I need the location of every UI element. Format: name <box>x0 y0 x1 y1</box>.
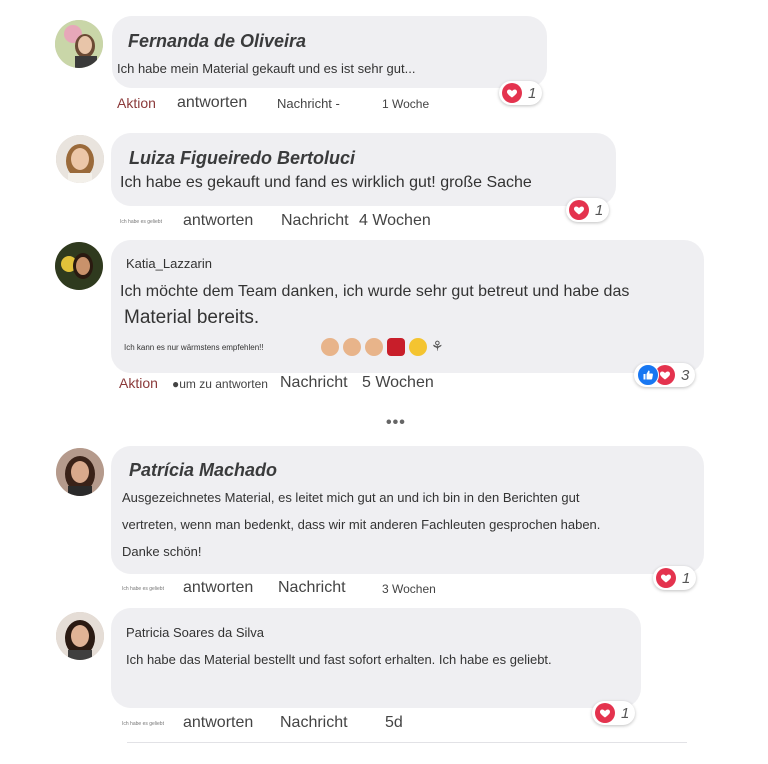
divider <box>127 742 687 743</box>
timestamp[interactable]: 3 Wochen <box>382 582 436 596</box>
message-link[interactable]: Nachricht <box>280 374 348 392</box>
message-link[interactable]: Nachricht <box>281 212 349 230</box>
action-link[interactable]: Ich habe es geliebt <box>120 219 162 225</box>
reaction-summary[interactable]: 1 <box>566 198 610 222</box>
dancer-icon <box>387 338 405 356</box>
reaction-summary[interactable]: 3 <box>634 363 696 387</box>
comment-text: Ich kann es nur wärmstens empfehlen!! <box>124 343 264 352</box>
author-name[interactable]: Katia_Lazzarin <box>126 256 212 271</box>
reaction-count: 3 <box>681 366 690 384</box>
comment-text: Ich habe das Material bestellt und fast … <box>126 652 552 667</box>
reaction-summary[interactable]: 1 <box>653 566 697 590</box>
comment-text: Ich möchte dem Team danken, ich wurde se… <box>120 283 630 300</box>
message-link[interactable]: Nachricht - <box>277 96 340 111</box>
reply-link[interactable]: antworten <box>177 94 247 112</box>
message-link[interactable]: Nachricht <box>280 714 348 732</box>
clap-icon <box>343 338 361 356</box>
avatar[interactable] <box>56 135 104 183</box>
comment-bubble <box>112 16 547 88</box>
clap-icon <box>365 338 383 356</box>
comment-text: Danke schön! <box>122 544 202 559</box>
reaction-count: 1 <box>595 201 604 219</box>
author-name[interactable]: Patricia Soares da Silva <box>126 625 264 640</box>
clap-icon <box>321 338 339 356</box>
reply-link[interactable]: antworten <box>183 579 253 597</box>
like-icon <box>637 364 659 386</box>
comment-text: Ich habe mein Material gekauft und es is… <box>117 61 416 76</box>
action-link[interactable]: Aktion <box>117 95 156 111</box>
avatar[interactable] <box>56 448 104 496</box>
comment-text: vertreten, wenn man bedenkt, dass wir mi… <box>122 517 601 532</box>
timestamp[interactable]: 4 Wochen <box>359 212 431 230</box>
reaction-count: 1 <box>621 704 630 722</box>
emoji-row: ⚘ <box>321 338 445 356</box>
smile-icon <box>409 338 427 356</box>
heart-icon <box>569 200 589 220</box>
timestamp[interactable]: 5d <box>385 714 403 732</box>
avatar[interactable] <box>55 242 103 290</box>
reaction-count: 1 <box>528 84 537 102</box>
more-replies-button[interactable]: ••• <box>386 414 406 432</box>
comment-bubble <box>111 133 616 206</box>
message-link[interactable]: Nachricht <box>278 579 346 597</box>
avatar[interactable] <box>55 20 103 68</box>
author-name[interactable]: Luiza Figueiredo Bertoluci <box>129 148 355 169</box>
avatar[interactable] <box>56 612 104 660</box>
reply-link[interactable]: antworten <box>183 714 253 732</box>
reply-link[interactable]: antworten <box>183 212 253 230</box>
rose-icon: ⚘ <box>431 338 444 354</box>
reaction-summary[interactable]: 1 <box>592 701 636 725</box>
action-link[interactable]: Ich habe es geliebt <box>122 721 164 727</box>
timestamp[interactable]: 5 Wochen <box>362 374 434 392</box>
reaction-summary[interactable]: 1 <box>499 81 543 105</box>
author-name[interactable]: Fernanda de Oliveira <box>128 31 306 52</box>
action-link[interactable]: Aktion <box>119 375 158 391</box>
heart-icon <box>656 568 676 588</box>
action-link[interactable]: Ich habe es geliebt <box>122 586 164 592</box>
heart-icon <box>595 703 615 723</box>
comment-text: Material bereits. <box>124 307 260 328</box>
reply-link[interactable]: ●um zu antworten <box>172 377 268 391</box>
heart-icon <box>502 83 522 103</box>
author-name[interactable]: Patrícia Machado <box>129 460 277 481</box>
timestamp[interactable]: 1 Woche <box>382 97 429 111</box>
comment-text: Ich habe es gekauft und fand es wirklich… <box>120 174 532 191</box>
reaction-count: 1 <box>682 569 691 587</box>
comment-text: Ausgezeichnetes Material, es leitet mich… <box>122 490 580 505</box>
